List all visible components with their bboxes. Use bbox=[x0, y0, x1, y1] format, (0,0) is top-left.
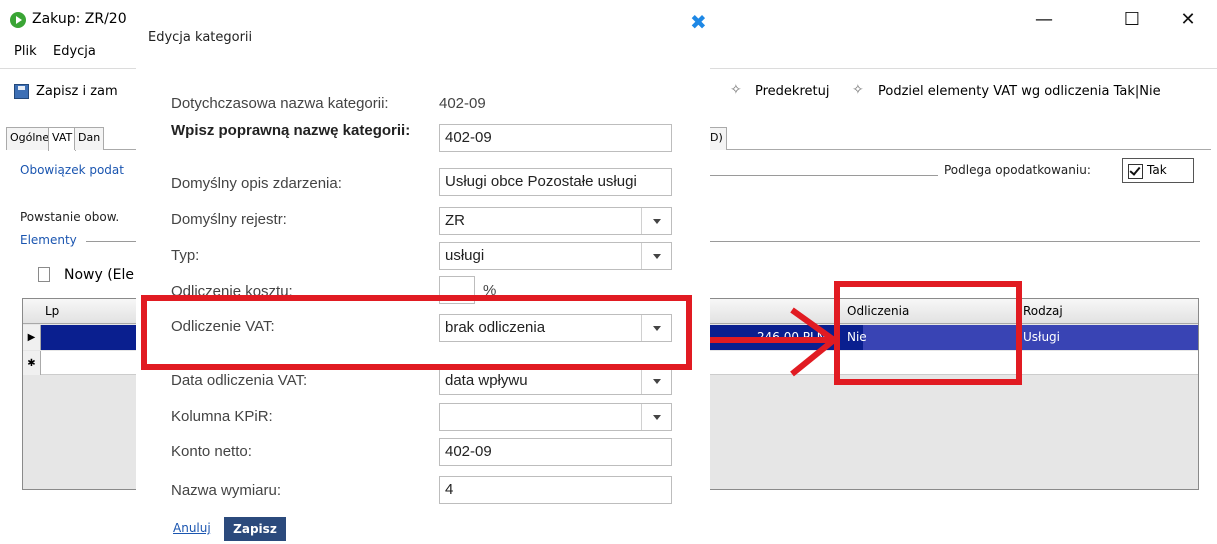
default-register-select[interactable]: ZR bbox=[439, 207, 672, 235]
tab-dane[interactable]: Dan bbox=[74, 127, 105, 150]
annotation-box-vat-deduction bbox=[141, 295, 692, 370]
wand-icon: ✧ bbox=[730, 82, 742, 98]
split-vat-button[interactable]: Podziel elementy VAT wg odliczenia Tak|N… bbox=[878, 84, 1161, 99]
vat-date-label: Data odliczenia VAT: bbox=[171, 372, 308, 389]
section-divider bbox=[86, 241, 136, 242]
new-element-button[interactable]: Nowy (Ele bbox=[64, 267, 134, 283]
wand-icon: ✧ bbox=[852, 82, 864, 98]
new-name-input[interactable]: 402-09 bbox=[439, 124, 672, 152]
net-account-label: Konto netto: bbox=[171, 443, 252, 460]
dimension-name-input[interactable]: 4 bbox=[439, 476, 672, 504]
menu-plik[interactable]: Plik bbox=[14, 44, 37, 59]
podlega-checkbox[interactable]: Tak bbox=[1122, 158, 1194, 183]
window-title: Zakup: ZR/20 bbox=[32, 11, 127, 27]
new-name-label: Wpisz poprawną nazwę kategorii: bbox=[171, 122, 411, 139]
app-play-icon bbox=[10, 12, 26, 28]
podlega-label: Podlega opodatkowaniu: bbox=[944, 163, 1091, 177]
powstanie-label: Powstanie obow. bbox=[20, 210, 120, 224]
maximize-button[interactable]: ☐ bbox=[1112, 6, 1152, 34]
close-window-button[interactable]: ✕ bbox=[1168, 6, 1208, 34]
column-lp[interactable]: Lp bbox=[41, 299, 141, 324]
kpir-column-select[interactable] bbox=[439, 403, 672, 431]
vat-date-value: data wpływu bbox=[445, 372, 528, 389]
chevron-down-icon[interactable] bbox=[641, 368, 671, 394]
row-selector-icon[interactable]: ▶ bbox=[23, 325, 41, 350]
column-rodzaj[interactable]: Rodzaj bbox=[1019, 299, 1198, 324]
save-button[interactable]: Zapisz bbox=[224, 517, 286, 541]
default-register-label: Domyślny rejestr: bbox=[171, 211, 287, 228]
predekretuj-button[interactable]: Predekretuj bbox=[755, 84, 829, 99]
old-name-label: Dotychczasowa nazwa kategorii: bbox=[171, 95, 389, 112]
annotation-arrow bbox=[692, 307, 839, 377]
close-icon[interactable]: ✖ bbox=[690, 12, 707, 32]
menu-edycja[interactable]: Edycja bbox=[53, 44, 96, 59]
edit-category-dialog: Edycja kategorii ✖ Dotychczasowa nazwa k… bbox=[136, 0, 710, 544]
save-close-button[interactable]: Zapisz i zam bbox=[36, 84, 118, 99]
chevron-down-icon[interactable] bbox=[641, 208, 671, 234]
default-register-value: ZR bbox=[445, 212, 465, 229]
chevron-down-icon[interactable] bbox=[641, 243, 671, 269]
elementy-label: Elementy bbox=[20, 233, 77, 247]
new-row-icon: ✱ bbox=[23, 351, 41, 375]
minimize-button[interactable]: — bbox=[1024, 6, 1064, 34]
annotation-box-odliczenia bbox=[834, 281, 1022, 385]
old-name-value: 402-09 bbox=[439, 95, 486, 112]
chevron-down-icon[interactable] bbox=[641, 404, 671, 430]
section-divider bbox=[710, 175, 938, 176]
default-description-input[interactable]: Usługi obce Pozostałe usługi bbox=[439, 168, 672, 196]
obowiazek-label: Obowiązek podat bbox=[20, 163, 124, 177]
type-label: Typ: bbox=[171, 247, 200, 264]
section-divider bbox=[710, 241, 1200, 242]
tab-ogolne[interactable]: Ogólne bbox=[6, 127, 54, 150]
dialog-title: Edycja kategorii bbox=[148, 30, 253, 45]
dimension-name-label: Nazwa wymiaru: bbox=[171, 482, 282, 499]
new-document-icon bbox=[38, 267, 50, 282]
type-value: usługi bbox=[445, 247, 485, 264]
default-description-label: Domyślny opis zdarzenia: bbox=[171, 175, 342, 192]
type-select[interactable]: usługi bbox=[439, 242, 672, 270]
cancel-button[interactable]: Anuluj bbox=[173, 521, 211, 535]
row-rodzaj-cell: Usługi bbox=[1023, 330, 1061, 344]
net-account-input[interactable]: 402-09 bbox=[439, 438, 672, 466]
save-disk-icon bbox=[14, 84, 29, 99]
kpir-column-label: Kolumna KPiR: bbox=[171, 408, 273, 425]
tab-vat[interactable]: VAT bbox=[48, 127, 77, 151]
vat-date-select[interactable]: data wpływu bbox=[439, 367, 672, 395]
